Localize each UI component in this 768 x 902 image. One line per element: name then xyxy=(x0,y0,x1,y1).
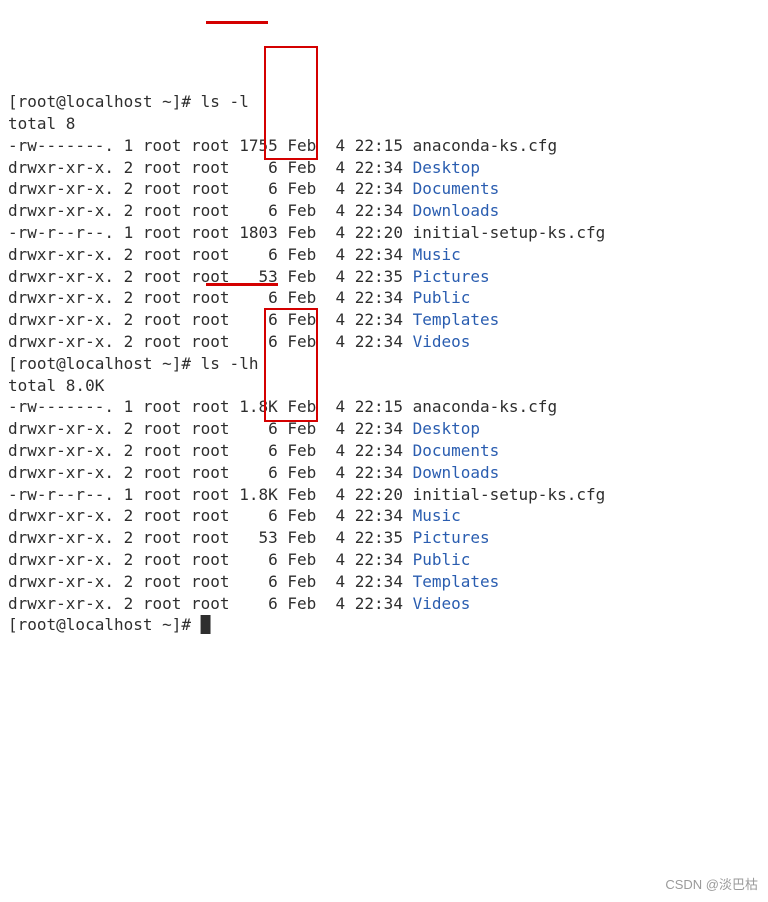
ls-row-meta: drwxr-xr-x. 2 root root 6 Feb 4 22:34 xyxy=(8,332,413,351)
output-line: total 8.0K xyxy=(8,375,760,397)
ls-row: drwxr-xr-x. 2 root root 6 Feb 4 22:34 Do… xyxy=(8,178,760,200)
ls-row-meta: -rw-------. 1 root root 1.8K Feb 4 22:15 xyxy=(8,397,413,416)
ls-row: drwxr-xr-x. 2 root root 53 Feb 4 22:35 P… xyxy=(8,266,760,288)
ls-row: -rw-r--r--. 1 root root 1.8K Feb 4 22:20… xyxy=(8,484,760,506)
file-name: Pictures xyxy=(413,267,490,286)
ls-row: -rw-r--r--. 1 root root 1803 Feb 4 22:20… xyxy=(8,222,760,244)
ls-row-meta: -rw-r--r--. 1 root root 1.8K Feb 4 22:20 xyxy=(8,485,413,504)
ls-row-meta: drwxr-xr-x. 2 root root 6 Feb 4 22:34 xyxy=(8,201,413,220)
ls-row-meta: drwxr-xr-x. 2 root root 6 Feb 4 22:34 xyxy=(8,441,413,460)
ls-row: drwxr-xr-x. 2 root root 6 Feb 4 22:34 De… xyxy=(8,157,760,179)
ls-row: drwxr-xr-x. 2 root root 6 Feb 4 22:34 Vi… xyxy=(8,593,760,615)
ls-row: drwxr-xr-x. 2 root root 6 Feb 4 22:34 Pu… xyxy=(8,549,760,571)
total-line: total 8.0K xyxy=(8,376,104,395)
ls-row: drwxr-xr-x. 2 root root 6 Feb 4 22:34 Mu… xyxy=(8,505,760,527)
ls-row: drwxr-xr-x. 2 root root 6 Feb 4 22:34 Vi… xyxy=(8,331,760,353)
output-line: total 8 xyxy=(8,113,760,135)
file-name: anaconda-ks.cfg xyxy=(413,397,558,416)
ls-row: drwxr-xr-x. 2 root root 6 Feb 4 22:34 Do… xyxy=(8,200,760,222)
ls-row-meta: -rw-r--r--. 1 root root 1803 Feb 4 22:20 xyxy=(8,223,413,242)
ls-row-meta: drwxr-xr-x. 2 root root 6 Feb 4 22:34 xyxy=(8,550,413,569)
file-name: Templates xyxy=(413,310,500,329)
file-name: Videos xyxy=(413,332,471,351)
file-name: Pictures xyxy=(413,528,490,547)
file-name: Music xyxy=(413,506,461,525)
ls-row-meta: drwxr-xr-x. 2 root root 6 Feb 4 22:34 xyxy=(8,310,413,329)
ls-row-meta: drwxr-xr-x. 2 root root 6 Feb 4 22:34 xyxy=(8,506,413,525)
ls-row: drwxr-xr-x. 2 root root 6 Feb 4 22:34 Pu… xyxy=(8,287,760,309)
file-name: Documents xyxy=(413,441,500,460)
file-name: Downloads xyxy=(413,201,500,220)
file-name: Templates xyxy=(413,572,500,591)
ls-row-meta: drwxr-xr-x. 2 root root 53 Feb 4 22:35 xyxy=(8,267,413,286)
file-name: Desktop xyxy=(413,158,480,177)
terminal-output: [root@localhost ~]# ls -ltotal 8-rw-----… xyxy=(8,91,760,636)
ls-row-meta: -rw-------. 1 root root 1755 Feb 4 22:15 xyxy=(8,136,413,155)
command-input[interactable]: ls -lh xyxy=(201,354,259,373)
file-name: Videos xyxy=(413,594,471,613)
shell-prompt: [root@localhost ~]# xyxy=(8,92,201,111)
ls-row: drwxr-xr-x. 2 root root 53 Feb 4 22:35 P… xyxy=(8,527,760,549)
file-name: Public xyxy=(413,288,471,307)
ls-row-meta: drwxr-xr-x. 2 root root 6 Feb 4 22:34 xyxy=(8,245,413,264)
cursor-icon[interactable]: █ xyxy=(201,615,211,634)
command-input[interactable]: ls -l xyxy=(201,92,249,111)
watermark-text: CSDN @淡巴枯 xyxy=(665,874,758,896)
shell-prompt: [root@localhost ~]# xyxy=(8,354,201,373)
file-name: Documents xyxy=(413,179,500,198)
ls-row: drwxr-xr-x. 2 root root 6 Feb 4 22:34 Mu… xyxy=(8,244,760,266)
ls-row: drwxr-xr-x. 2 root root 6 Feb 4 22:34 Te… xyxy=(8,309,760,331)
prompt-line: [root@localhost ~]# ls -l xyxy=(8,91,760,113)
ls-row-meta: drwxr-xr-x. 2 root root 6 Feb 4 22:34 xyxy=(8,179,413,198)
shell-prompt: [root@localhost ~]# xyxy=(8,615,201,634)
ls-row-meta: drwxr-xr-x. 2 root root 6 Feb 4 22:34 xyxy=(8,288,413,307)
file-name: initial-setup-ks.cfg xyxy=(413,485,606,504)
ls-row: drwxr-xr-x. 2 root root 6 Feb 4 22:34 De… xyxy=(8,418,760,440)
ls-row-meta: drwxr-xr-x. 2 root root 6 Feb 4 22:34 xyxy=(8,463,413,482)
ls-row-meta: drwxr-xr-x. 2 root root 6 Feb 4 22:34 xyxy=(8,594,413,613)
annotation-underline-1 xyxy=(206,21,268,24)
prompt-line: [root@localhost ~]# ls -lh xyxy=(8,353,760,375)
file-name: Desktop xyxy=(413,419,480,438)
ls-row: -rw-------. 1 root root 1.8K Feb 4 22:15… xyxy=(8,396,760,418)
ls-row: drwxr-xr-x. 2 root root 6 Feb 4 22:34 Do… xyxy=(8,440,760,462)
file-name: anaconda-ks.cfg xyxy=(413,136,558,155)
ls-row: drwxr-xr-x. 2 root root 6 Feb 4 22:34 Te… xyxy=(8,571,760,593)
file-name: Public xyxy=(413,550,471,569)
file-name: Downloads xyxy=(413,463,500,482)
ls-row: -rw-------. 1 root root 1755 Feb 4 22:15… xyxy=(8,135,760,157)
ls-row-meta: drwxr-xr-x. 2 root root 6 Feb 4 22:34 xyxy=(8,158,413,177)
file-name: initial-setup-ks.cfg xyxy=(413,223,606,242)
total-line: total 8 xyxy=(8,114,75,133)
ls-row-meta: drwxr-xr-x. 2 root root 6 Feb 4 22:34 xyxy=(8,572,413,591)
file-name: Music xyxy=(413,245,461,264)
ls-row-meta: drwxr-xr-x. 2 root root 53 Feb 4 22:35 xyxy=(8,528,413,547)
ls-row: drwxr-xr-x. 2 root root 6 Feb 4 22:34 Do… xyxy=(8,462,760,484)
ls-row-meta: drwxr-xr-x. 2 root root 6 Feb 4 22:34 xyxy=(8,419,413,438)
